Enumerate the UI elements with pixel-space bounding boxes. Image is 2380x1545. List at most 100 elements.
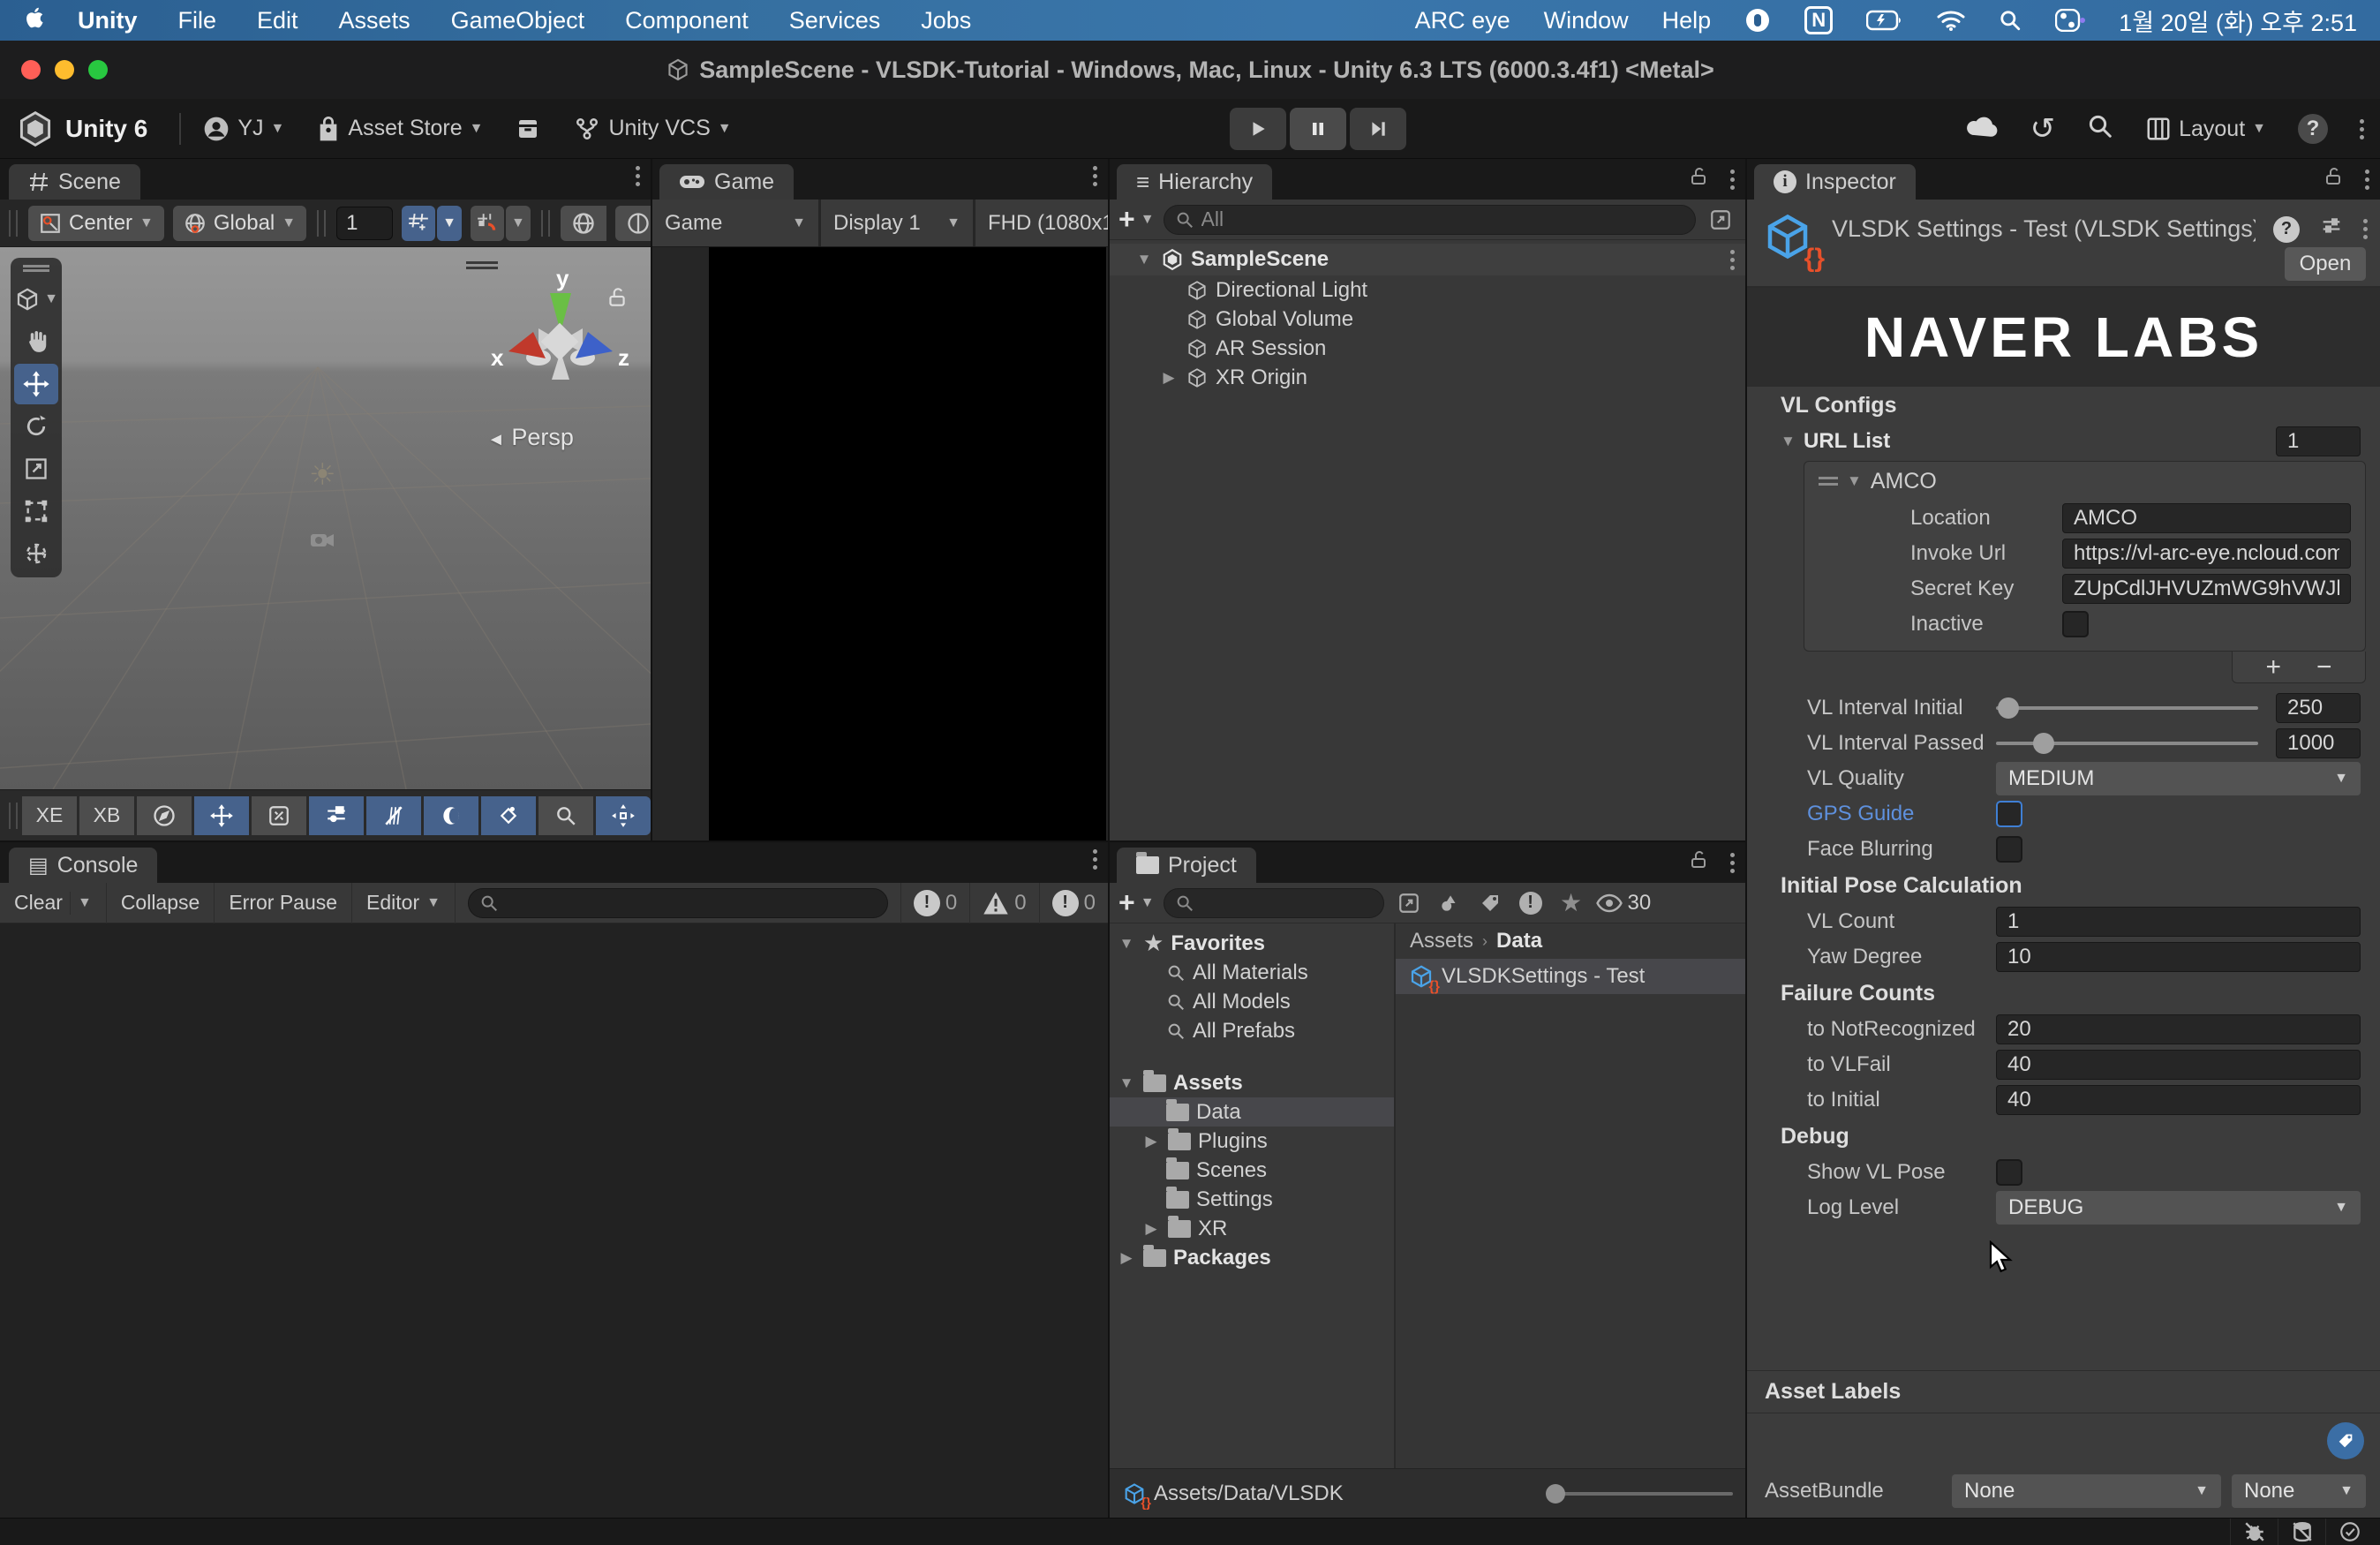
project-more-icon[interactable] [1730,853,1735,873]
inactive-checkbox[interactable] [2062,611,2089,637]
scene-viewport[interactable]: ▼ [0,247,651,789]
shading-button[interactable] [366,796,421,835]
gps-guide-checkbox[interactable] [1996,801,2022,827]
project-expand-icon[interactable] [1393,888,1425,918]
search-by-label-icon[interactable] [1474,888,1506,918]
hierarchy-row[interactable]: Global Volume [1110,305,1745,334]
menu-help[interactable]: Help [1662,7,1712,34]
game-mode-dropdown[interactable]: Game▼ [652,200,818,246]
open-button[interactable]: Open [2285,247,2366,281]
favorites-item[interactable]: All Models [1110,987,1394,1016]
tools-button[interactable] [252,796,306,835]
folder-row-data[interactable]: Data [1110,1097,1394,1127]
gizmo-lock-icon[interactable] [606,286,629,315]
hierarchy-row[interactable]: Directional Light [1110,275,1745,305]
face-blurring-checkbox[interactable] [1996,836,2022,863]
pivot-mode-dropdown[interactable]: Center▼ [28,206,164,241]
camera-gizmo-icon[interactable] [309,530,335,557]
wifi-icon[interactable] [1937,10,1965,31]
foldout-arrow[interactable]: ▼ [1847,472,1862,490]
menu-unity[interactable]: Unity [78,7,138,34]
thumbnail-size-slider[interactable] [1548,1492,1733,1496]
menu-jobs[interactable]: Jobs [921,7,971,34]
scene-search-button[interactable] [539,796,593,835]
apple-icon[interactable] [23,5,44,36]
url-list-count-field[interactable] [2276,426,2361,456]
menu-gameobject[interactable]: GameObject [451,7,585,34]
history-icon[interactable]: ↺ [2030,111,2056,147]
mixer-button[interactable] [309,796,364,835]
hierarchy-row-scene[interactable]: ▼ SampleScene [1110,244,1745,275]
grid-visibility-caret[interactable]: ▼ [437,206,462,241]
hierarchy-more-icon[interactable] [1730,170,1735,190]
zoom-window-button[interactable] [88,60,108,79]
log-level-dropdown[interactable]: DEBUG▼ [1996,1191,2361,1225]
secret-key-field[interactable] [2062,574,2351,604]
check-status-icon[interactable] [2325,1519,2373,1545]
remove-url-button[interactable]: − [2316,652,2332,682]
component-more-icon[interactable] [2363,219,2368,239]
hierarchy-lock-icon[interactable] [1688,166,1709,193]
game-more-icon[interactable] [1093,166,1097,186]
project-add-button[interactable]: +▼ [1118,886,1155,919]
package-manager-icon[interactable] [515,116,541,142]
vl-interval-initial-slider[interactable] [1996,706,2258,710]
search-by-type-icon[interactable] [1434,888,1465,918]
menu-window[interactable]: Window [1544,7,1629,34]
tab-console[interactable]: ▤ Console [9,848,157,883]
breadcrumb-data[interactable]: Data [1496,929,1542,953]
favorites-item[interactable]: All Prefabs [1110,1016,1394,1045]
step-button[interactable] [1350,108,1406,150]
rotate-tool[interactable] [14,406,58,447]
help-badge-icon[interactable]: ? [2273,216,2300,243]
assetbundle-dropdown[interactable]: None▼ [1952,1474,2221,1508]
project-lock-icon[interactable] [1688,849,1709,877]
to-vlfail-field[interactable] [1996,1050,2361,1080]
hierarchy-search-input[interactable] [1164,205,1696,235]
favorites-filter-icon[interactable]: ★ [1555,888,1587,918]
tab-project[interactable]: Project [1117,848,1256,883]
menu-services[interactable]: Services [789,7,881,34]
folder-row[interactable]: ▶XR [1110,1214,1394,1243]
asset-store-dropdown[interactable]: Asset Store▼ [316,115,483,143]
move-tool[interactable] [14,364,58,404]
error-count-badge[interactable]: !0 [1039,883,1108,923]
log-filter-icon[interactable]: ! [1515,888,1547,918]
layout-dropdown[interactable]: Layout▼ [2145,116,2266,142]
tool-context-dropdown[interactable]: ▼ [14,279,58,320]
project-search-input[interactable] [1164,888,1384,918]
vl-count-field[interactable] [1996,907,2361,937]
warning-count-badge[interactable]: 0 [969,883,1038,923]
asset-row-vlsdksettings[interactable]: {} VLSDKSettings - Test [1396,959,1745,994]
menu-assets[interactable]: Assets [339,7,410,34]
rect-tool[interactable] [14,491,58,531]
vl-interval-passed-field[interactable] [2276,728,2361,758]
inspector-more-icon[interactable] [2365,170,2369,190]
tab-hierarchy[interactable]: ≡ Hierarchy [1117,164,1272,200]
console-more-icon[interactable] [1093,849,1097,870]
vl-quality-dropdown[interactable]: MEDIUM▼ [1996,762,2361,795]
foldout-arrow[interactable]: ▼ [1134,251,1154,268]
occlusion-button[interactable] [424,796,478,835]
menu-clock[interactable]: 1월 20일 (화) 오후 2:51 [2119,4,2357,38]
tab-scene[interactable]: Scene [9,164,140,200]
xb-button[interactable]: XB [79,796,134,835]
transform-tool[interactable] [14,533,58,574]
scene-row-more-icon[interactable] [1730,250,1735,270]
xe-button[interactable]: XE [22,796,77,835]
spotlight-search-icon[interactable] [1999,9,2022,32]
assetbundle-variant-dropdown[interactable]: None▼ [2232,1474,2366,1508]
scene-light-button[interactable] [615,206,651,241]
menu-file[interactable]: File [178,7,217,34]
hierarchy-add-button[interactable]: +▼ [1118,203,1155,236]
minimize-window-button[interactable] [55,60,74,79]
screen-record-icon[interactable] [1744,7,1771,34]
console-search-input[interactable] [468,888,888,918]
packages-root[interactable]: ▶ Packages [1110,1243,1394,1272]
breadcrumb-assets[interactable]: Assets [1410,929,1473,953]
battery-icon[interactable] [1866,10,1903,31]
tab-game[interactable]: Game [659,164,794,200]
scene-more-icon[interactable] [636,166,640,186]
clear-button[interactable]: Clear ▼ [0,883,107,923]
hierarchy-row[interactable]: AR Session [1110,334,1745,363]
